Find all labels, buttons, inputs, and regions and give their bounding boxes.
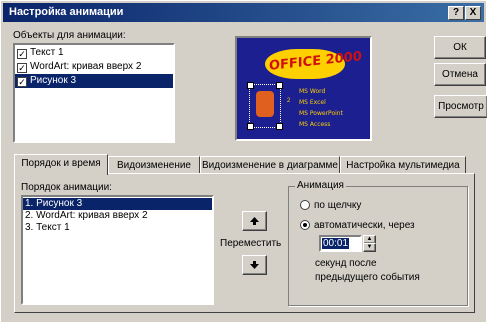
object-item-picture[interactable]: ✓ Рисунок 3 — [15, 74, 173, 88]
animation-legend: Анимация — [295, 180, 346, 191]
tab-effects[interactable]: Видоизменение — [108, 156, 200, 174]
move-up-button[interactable] — [242, 211, 267, 231]
checkbox-checked-icon[interactable]: ✓ — [17, 63, 27, 73]
ok-button[interactable]: ОК — [434, 36, 486, 59]
spin-down-icon[interactable]: ▼ — [363, 243, 376, 252]
preview-button[interactable]: Просмотр — [434, 95, 487, 118]
radio-unselected-icon[interactable] — [300, 200, 310, 210]
order-list[interactable]: 1. Рисунок 3 2. WordArt: кривая вверх 2 … — [21, 195, 214, 305]
time-spinner[interactable]: ▲ ▼ — [363, 235, 376, 252]
objects-list[interactable]: ✓ Текст 1 ✓ WordArt: кривая вверх 2 ✓ Рисун… — [13, 43, 175, 143]
help-button[interactable]: ? — [448, 6, 464, 20]
picture-selection — [247, 82, 283, 130]
objects-label: Объекты для анимации: — [13, 30, 126, 41]
tab-multimedia-settings[interactable]: Настройка мультимедиа — [340, 156, 466, 174]
seconds-after-label: секунд после — [315, 258, 377, 269]
tab-chart-effects[interactable]: Видоизменение в диаграмме — [200, 156, 340, 174]
cancel-button[interactable]: Отмена — [434, 63, 486, 86]
order-item[interactable]: 2. WordArt: кривая вверх 2 — [23, 210, 212, 222]
object-item-text1[interactable]: ✓ Текст 1 — [15, 46, 173, 60]
checkbox-checked-icon[interactable]: ✓ — [17, 77, 27, 87]
order-item[interactable]: 1. Рисунок 3 — [23, 198, 212, 210]
move-down-button[interactable] — [242, 255, 267, 275]
radio-on-click[interactable]: по щелчку — [300, 200, 361, 211]
order-label: Порядок анимации: — [21, 182, 112, 193]
preview-list: MS Word MS Excel MS PowerPoint MS Access — [299, 88, 343, 128]
radio-automatic[interactable]: автоматически, через — [300, 220, 415, 231]
custom-animation-dialog: Настройка анимации ? X Объекты для анима… — [0, 0, 487, 323]
time-input[interactable]: 00:01 — [319, 235, 362, 252]
tab-order-timing[interactable]: Порядок и время — [14, 154, 108, 175]
checkbox-checked-icon[interactable]: ✓ — [17, 49, 27, 59]
title-bar: Настройка анимации ? X — [3, 3, 484, 22]
move-label: Переместить — [220, 238, 282, 249]
preview-number: 2 — [287, 98, 291, 104]
close-button[interactable]: X — [465, 6, 481, 20]
arrow-down-icon — [250, 261, 259, 269]
arrow-up-icon — [250, 217, 259, 225]
object-item-wordart[interactable]: ✓ WordArt: кривая вверх 2 — [15, 60, 173, 74]
slide-preview: OFFICE 2000 2 MS Word MS Excel MS PowerP… — [235, 36, 372, 141]
previous-event-label: предыдущего события — [315, 272, 420, 283]
dialog-title: Настройка анимации — [9, 6, 124, 18]
order-item[interactable]: 3. Текст 1 — [23, 222, 212, 234]
picture-icon — [256, 91, 274, 117]
radio-selected-icon[interactable] — [300, 220, 310, 230]
